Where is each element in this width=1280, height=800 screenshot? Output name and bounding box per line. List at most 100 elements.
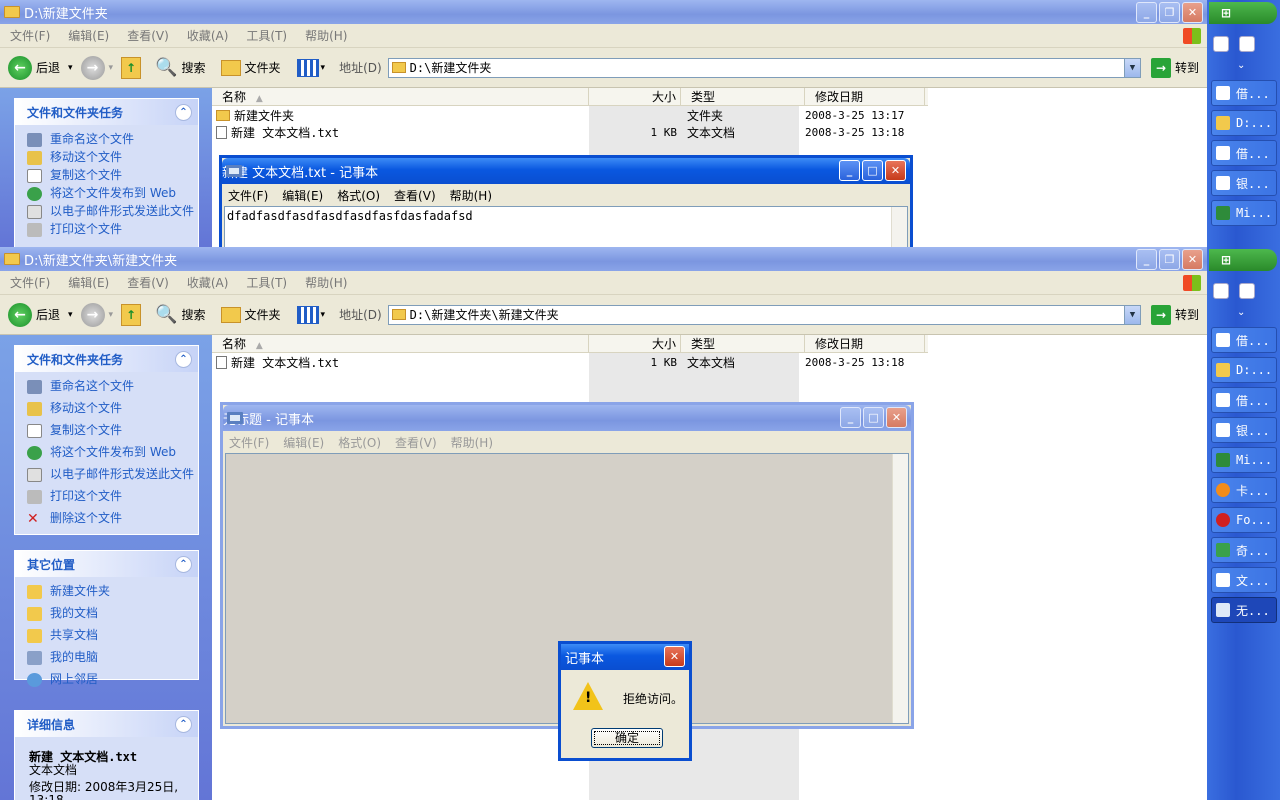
menu-favorites[interactable]: 收藏(A): [187, 274, 229, 291]
show-desktop-icon[interactable]: [1239, 36, 1255, 52]
menu-help[interactable]: 帮助(H): [305, 27, 347, 44]
task-copy[interactable]: 复制这个文件: [15, 167, 198, 185]
up-button[interactable]: ↑: [121, 303, 142, 326]
task-email[interactable]: 以电子邮件形式发送此文件: [15, 203, 198, 221]
taskbar-item[interactable]: 借...: [1211, 140, 1277, 166]
column-size[interactable]: 大小: [589, 335, 681, 352]
chevron-down-icon[interactable]: ▼: [1123, 58, 1140, 77]
taskbar-item[interactable]: D:...: [1211, 357, 1277, 383]
views-button[interactable]: ▾: [296, 58, 325, 77]
place-my-documents[interactable]: 我的文档: [15, 605, 198, 623]
vertical-scrollbar[interactable]: [891, 207, 907, 247]
task-rename[interactable]: 重命名这个文件: [15, 131, 198, 149]
menu-tools[interactable]: 工具(T): [246, 27, 287, 44]
taskbar-item-active[interactable]: 无...: [1211, 597, 1277, 623]
restore-button[interactable]: ❐: [1159, 249, 1180, 270]
title-bar[interactable]: 新建 文本文档.txt - 记事本 _ □ ✕: [222, 158, 910, 184]
panel-header[interactable]: 其它位置 ⌃: [15, 551, 198, 577]
column-type[interactable]: 类型: [681, 335, 805, 352]
menu-tools[interactable]: 工具(T): [246, 274, 287, 291]
minimize-button[interactable]: _: [840, 407, 861, 428]
place-my-computer[interactable]: 我的电脑: [15, 649, 198, 667]
task-publish[interactable]: 将这个文件发布到 Web: [15, 444, 198, 462]
ie-icon[interactable]: [1213, 36, 1229, 52]
panel-header[interactable]: 文件和文件夹任务 ⌃: [15, 346, 198, 372]
collapse-icon[interactable]: ⌃: [175, 350, 192, 368]
ie-icon[interactable]: [1213, 283, 1229, 299]
menu-help[interactable]: 帮助(H): [450, 187, 492, 204]
taskbar-item[interactable]: 卡...: [1211, 477, 1277, 503]
task-move[interactable]: 移动这个文件: [15, 149, 198, 167]
menu-edit[interactable]: 编辑(E): [282, 187, 323, 204]
column-size[interactable]: 大小: [589, 88, 681, 105]
taskbar-item[interactable]: 银...: [1211, 417, 1277, 443]
title-bar[interactable]: 记事本 ✕: [561, 644, 689, 670]
list-item[interactable]: 新建 文本文档.txt 1 KB 文本文档 2008-3-25 13:18: [212, 354, 928, 371]
up-button[interactable]: ↑: [121, 56, 142, 79]
forward-button[interactable]: → ▾: [80, 55, 113, 80]
menu-format[interactable]: 格式(O): [337, 187, 380, 204]
back-button[interactable]: ← 后退 ▾: [8, 302, 73, 327]
ok-button[interactable]: 确定: [591, 728, 663, 748]
list-item[interactable]: 新建文件夹 文件夹 2008-3-25 13:17: [212, 107, 928, 124]
list-item[interactable]: 新建 文本文档.txt 1 KB 文本文档 2008-3-25 13:18: [212, 124, 928, 141]
title-bar[interactable]: D:\新建文件夹 _ ❐ ✕: [0, 0, 1207, 24]
go-button[interactable]: → 转到: [1145, 57, 1199, 78]
task-move[interactable]: 移动这个文件: [15, 400, 198, 418]
menu-file[interactable]: 文件(F): [229, 434, 269, 451]
column-date[interactable]: 修改日期: [805, 88, 925, 105]
chevron-down-icon[interactable]: ▼: [1123, 305, 1140, 324]
collapse-icon[interactable]: ⌃: [175, 555, 192, 573]
views-button[interactable]: ▾: [296, 305, 325, 324]
taskbar-item[interactable]: 银...: [1211, 170, 1277, 196]
taskbar-item[interactable]: 借...: [1211, 327, 1277, 353]
taskbar-item[interactable]: Fo...: [1211, 507, 1277, 533]
panel-header[interactable]: 文件和文件夹任务 ⌃: [15, 99, 198, 125]
address-input[interactable]: D:\新建文件夹 ▼: [387, 57, 1141, 78]
column-date[interactable]: 修改日期: [805, 335, 925, 352]
menu-edit[interactable]: 编辑(E): [68, 274, 109, 291]
taskbar-item[interactable]: 借...: [1211, 387, 1277, 413]
menu-view[interactable]: 查看(V): [395, 434, 437, 451]
maximize-button[interactable]: □: [863, 407, 884, 428]
vertical-scrollbar[interactable]: [892, 454, 908, 723]
expand-chevron-icon[interactable]: ⌄: [1237, 60, 1245, 71]
menu-edit[interactable]: 编辑(E): [68, 27, 109, 44]
start-button[interactable]: ⊞: [1209, 2, 1277, 24]
menu-file[interactable]: 文件(F): [228, 187, 268, 204]
title-bar[interactable]: 无标题 - 记事本 _ □ ✕: [223, 405, 911, 431]
restore-button[interactable]: ❐: [1159, 2, 1180, 23]
task-copy[interactable]: 复制这个文件: [15, 422, 198, 440]
menu-help[interactable]: 帮助(H): [451, 434, 493, 451]
address-input[interactable]: D:\新建文件夹\新建文件夹 ▼: [387, 304, 1141, 325]
column-name[interactable]: 名称 ▲: [212, 335, 589, 352]
task-rename[interactable]: 重命名这个文件: [15, 378, 198, 396]
collapse-icon[interactable]: ⌃: [175, 715, 192, 733]
task-publish[interactable]: 将这个文件发布到 Web: [15, 185, 198, 203]
taskbar-item[interactable]: Mi...: [1211, 447, 1277, 473]
minimize-button[interactable]: _: [839, 160, 860, 181]
search-button[interactable]: 🔍 搜索: [155, 57, 205, 78]
column-type[interactable]: 类型: [681, 88, 805, 105]
go-button[interactable]: → 转到: [1145, 304, 1199, 325]
taskbar-item[interactable]: Mi...: [1211, 200, 1277, 226]
forward-button[interactable]: → ▾: [80, 302, 113, 327]
menu-view[interactable]: 查看(V): [127, 274, 169, 291]
folders-button[interactable]: 文件夹: [218, 59, 281, 76]
start-button[interactable]: ⊞: [1209, 249, 1277, 271]
close-button[interactable]: ✕: [1182, 249, 1203, 270]
search-button[interactable]: 🔍 搜索: [155, 304, 205, 325]
task-delete[interactable]: ✕ 删除这个文件: [15, 510, 198, 528]
menu-file[interactable]: 文件(F): [10, 27, 50, 44]
panel-header[interactable]: 详细信息 ⌃: [15, 711, 198, 737]
minimize-button[interactable]: _: [1136, 249, 1157, 270]
close-button[interactable]: ✕: [886, 407, 907, 428]
menu-help[interactable]: 帮助(H): [305, 274, 347, 291]
menu-favorites[interactable]: 收藏(A): [187, 27, 229, 44]
collapse-icon[interactable]: ⌃: [175, 103, 192, 121]
taskbar-item[interactable]: 文...: [1211, 567, 1277, 593]
back-button[interactable]: ← 后退 ▾: [8, 55, 73, 80]
task-email[interactable]: 以电子邮件形式发送此文件: [15, 466, 198, 484]
menu-view[interactable]: 查看(V): [394, 187, 436, 204]
expand-chevron-icon[interactable]: ⌄: [1237, 307, 1245, 318]
